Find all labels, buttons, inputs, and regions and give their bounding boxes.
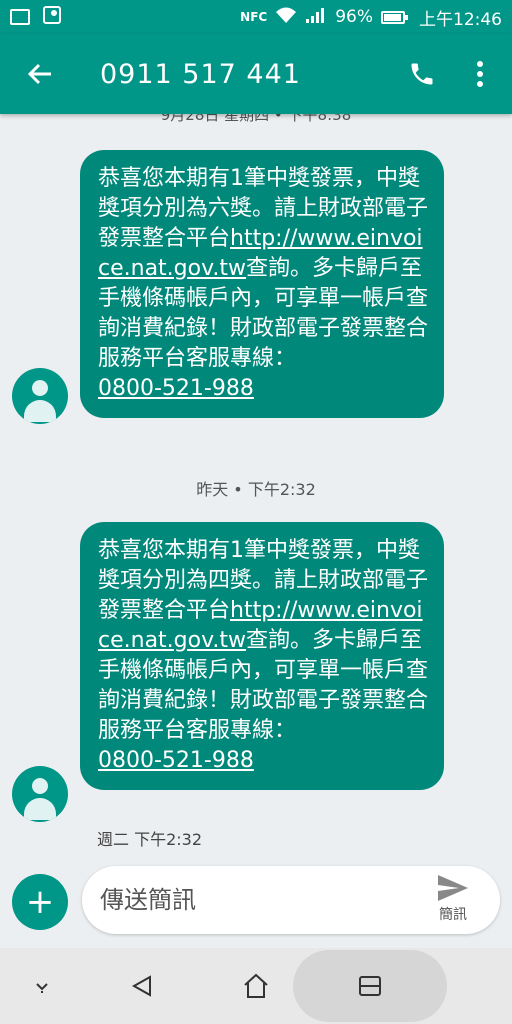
battery-percent: 96% bbox=[335, 7, 373, 27]
message-bubble[interactable]: 恭喜您本期有1筆中獎發票，中獎獎項分別為四獎。請上財政部電子發票整合平台http… bbox=[80, 522, 444, 790]
signal-icon bbox=[305, 7, 327, 28]
nav-home-button[interactable] bbox=[236, 966, 276, 1006]
attach-button[interactable]: + bbox=[12, 874, 68, 930]
phone-icon bbox=[411, 63, 433, 85]
message-time-label: 週二 下午2:32 bbox=[97, 830, 203, 849]
contact-avatar[interactable] bbox=[12, 368, 68, 424]
person-icon bbox=[32, 778, 48, 794]
nav-recents-button[interactable] bbox=[293, 950, 447, 1022]
message-phone-link[interactable]: 0800-521-988 bbox=[98, 376, 254, 401]
battery-icon bbox=[381, 10, 408, 24]
maps-notification-icon bbox=[42, 5, 62, 30]
image-notification-icon bbox=[10, 9, 30, 25]
message-timestamp: 昨天 • 下午2:32 bbox=[196, 480, 316, 499]
contact-title: 0911 517 441 bbox=[100, 58, 301, 90]
app-bar: 0911 517 441 bbox=[0, 34, 512, 114]
wifi-icon bbox=[275, 6, 297, 29]
arrow-left-icon bbox=[27, 63, 51, 85]
message-phone-link[interactable]: 0800-521-988 bbox=[98, 748, 254, 773]
chevron-down-icon bbox=[36, 983, 48, 993]
person-icon bbox=[32, 380, 48, 396]
send-button[interactable]: 簡訊 bbox=[428, 874, 478, 928]
send-icon bbox=[438, 875, 468, 901]
triangle-back-icon bbox=[131, 975, 151, 997]
message-bubble[interactable]: 恭喜您本期有1筆中獎發票，中獎獎項分別為六獎。請上財政部電子發票整合平台http… bbox=[80, 150, 444, 418]
compose-bar: + 簡訊 bbox=[0, 862, 512, 948]
plus-icon: + bbox=[25, 882, 55, 922]
send-label: 簡訊 bbox=[439, 907, 467, 923]
nav-back-button[interactable] bbox=[122, 966, 162, 1006]
message-timestamp: 9月28日 星期四 • 下午8:38 bbox=[160, 114, 352, 124]
more-vert-icon bbox=[477, 61, 483, 87]
back-button[interactable] bbox=[20, 54, 60, 94]
more-options-button[interactable] bbox=[460, 54, 500, 94]
status-bar: NFC 96% 上午12:46 bbox=[0, 0, 512, 34]
home-icon bbox=[244, 973, 268, 998]
navigation-bar bbox=[0, 948, 512, 1024]
compose-field-container: 簡訊 bbox=[82, 866, 500, 934]
call-button[interactable] bbox=[402, 54, 442, 94]
clock: 上午12:46 bbox=[419, 9, 502, 30]
contact-avatar[interactable] bbox=[12, 766, 68, 822]
message-input[interactable] bbox=[100, 880, 410, 920]
recents-icon bbox=[359, 976, 381, 996]
nfc-indicator: NFC bbox=[240, 10, 268, 24]
hide-keyboard-button[interactable] bbox=[22, 966, 62, 1006]
conversation-view[interactable]: 9月28日 星期四 • 下午8:38 恭喜您本期有1筆中獎發票，中獎獎項分別為六… bbox=[0, 114, 512, 862]
